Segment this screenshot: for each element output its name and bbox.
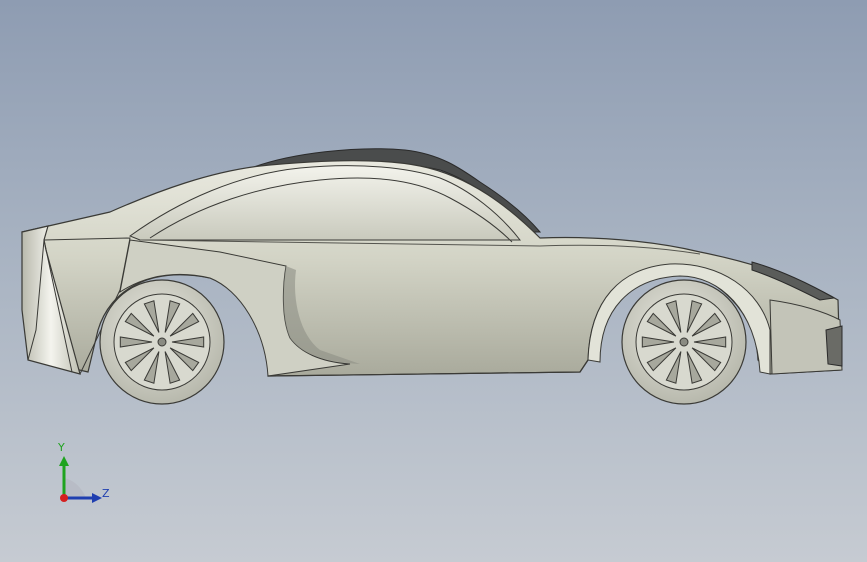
graphics-viewport[interactable]: Y Z <box>0 0 867 562</box>
z-axis-head <box>92 493 102 503</box>
x-axis-dot <box>60 494 68 502</box>
car-model[interactable] <box>0 0 867 562</box>
rear-wheel[interactable] <box>99 279 225 405</box>
y-axis-head <box>59 456 69 466</box>
y-axis-label: Y <box>58 441 65 454</box>
front-wheel[interactable] <box>621 279 747 405</box>
triad-plane <box>64 478 86 498</box>
front-grille <box>825 325 843 367</box>
triad-axes <box>59 456 102 503</box>
view-orientation-triad[interactable]: Y Z <box>38 438 128 518</box>
z-axis-label: Z <box>102 487 110 500</box>
